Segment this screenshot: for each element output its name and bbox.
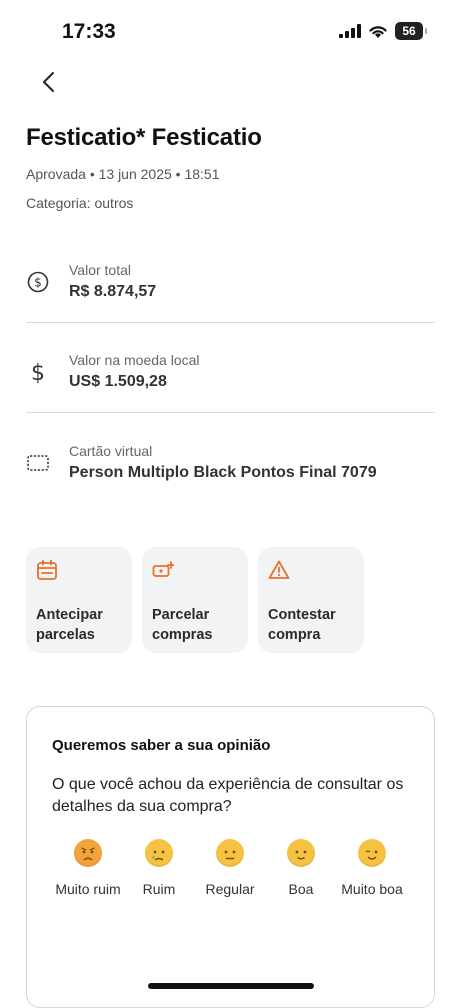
home-indicator	[148, 983, 314, 989]
warning-icon	[268, 560, 290, 579]
divider	[26, 412, 435, 413]
back-button[interactable]	[36, 68, 64, 96]
detail-label: Valor na moeda local	[69, 352, 200, 368]
rating-very-bad[interactable]: Muito ruim	[53, 839, 123, 899]
detail-label: Valor total	[69, 262, 131, 278]
rating-label: Regular	[205, 881, 255, 897]
rating-regular[interactable]: Regular	[195, 839, 265, 899]
dollar-circle-icon: $	[27, 271, 49, 293]
svg-text:$: $	[31, 361, 45, 384]
rating-good[interactable]: Boa	[266, 839, 336, 899]
rating-very-good[interactable]: Muito boa	[337, 839, 407, 899]
status-icons: 56	[339, 22, 427, 40]
card-label: Parcelar compras	[152, 607, 213, 643]
survey-question: O que você achou da experiência de consu…	[52, 776, 404, 815]
anticipate-installments-button[interactable]: Antecipar parcelas	[26, 547, 132, 653]
card-label: Contestar compra	[268, 607, 336, 643]
installment-icon	[152, 561, 174, 577]
detail-value: R$ 8.874,57	[69, 283, 157, 300]
battery-icon: 56	[395, 22, 427, 40]
calendar-icon	[37, 559, 57, 580]
rating-label: Muito boa	[341, 881, 403, 897]
detail-value: US$ 1.509,28	[69, 373, 167, 390]
rating-label: Muito ruim	[55, 881, 121, 897]
wifi-icon	[369, 25, 387, 38]
detail-row-virtual-card: Cartão virtual Person Multiplo Black Pon…	[26, 443, 435, 489]
status-bar: 17:33 56	[0, 0, 461, 60]
detail-value: Person Multiplo Black Pontos Final 7079	[69, 464, 377, 481]
neutral-face-icon	[216, 839, 244, 867]
smile-face-icon	[287, 839, 315, 867]
status-time: 17:33	[62, 20, 116, 43]
card-label: Antecipar parcelas	[36, 607, 103, 643]
detail-label: Cartão virtual	[69, 443, 153, 459]
rating-label: Boa	[288, 881, 314, 897]
dollar-sign-icon: $	[31, 361, 45, 384]
transaction-meta: Aprovada • 13 jun 2025 • 18:51	[26, 166, 220, 182]
signal-icon	[339, 24, 361, 38]
sad-face-icon	[145, 839, 173, 867]
rating-label: Ruim	[142, 881, 176, 897]
wink-face-icon	[358, 839, 386, 867]
detail-row-local-currency: $ Valor na moeda local US$ 1.509,28	[26, 352, 435, 398]
installment-purchases-button[interactable]: Parcelar compras	[142, 547, 248, 653]
dispute-purchase-button[interactable]: Contestar compra	[258, 547, 364, 653]
chevron-left-icon	[43, 72, 54, 92]
survey-title: Queremos saber a sua opinião	[52, 737, 271, 754]
divider	[26, 322, 435, 323]
feedback-survey: Queremos saber a sua opinião O que você …	[26, 706, 435, 1008]
rating-bad[interactable]: Ruim	[124, 839, 194, 899]
merchant-title: Festicatio* Festicatio	[26, 124, 262, 151]
card-icon	[27, 455, 49, 471]
svg-text:$: $	[34, 276, 42, 290]
detail-row-total: $ Valor total R$ 8.874,57	[26, 262, 435, 308]
angry-face-icon	[74, 839, 102, 867]
transaction-category: Categoria: outros	[26, 195, 134, 211]
